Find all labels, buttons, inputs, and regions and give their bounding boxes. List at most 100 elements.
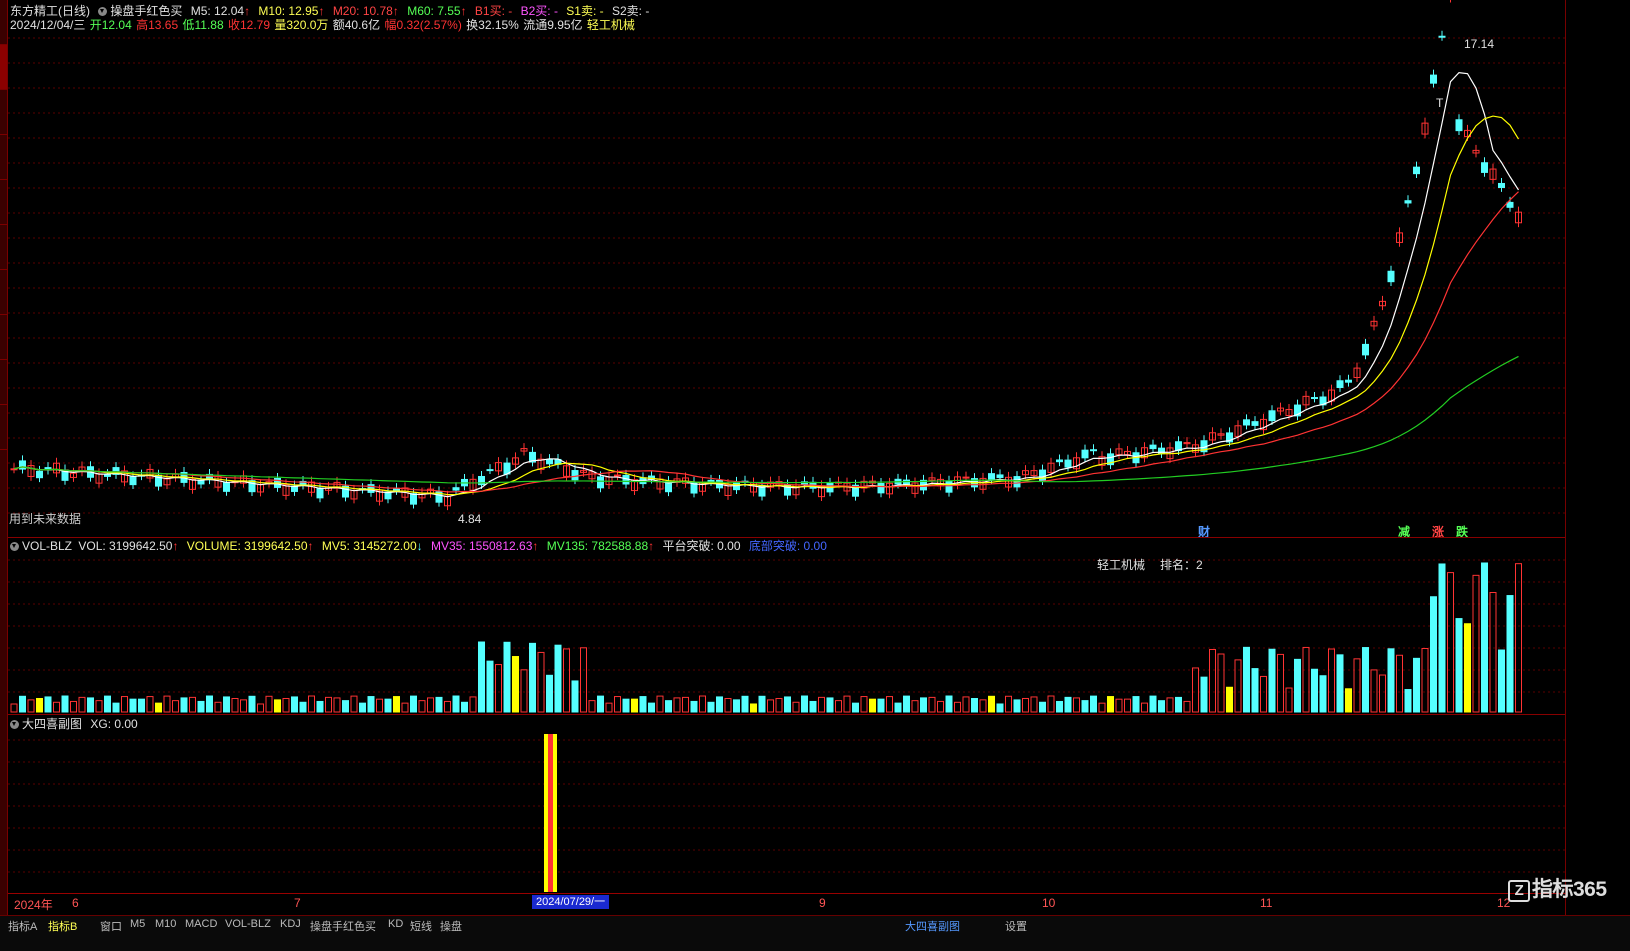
volume-bar xyxy=(350,695,358,713)
dropdown-icon[interactable] xyxy=(98,7,108,16)
bottom-breakout: 底部突破: 0.00 xyxy=(748,539,827,553)
volume-bar xyxy=(172,700,179,713)
volume-bar xyxy=(1311,668,1318,713)
tab-item[interactable]: 操盘 xyxy=(440,918,462,934)
candle-body xyxy=(1498,182,1505,189)
axis-month-label: 6 xyxy=(72,896,79,910)
candle-body xyxy=(36,470,43,479)
volume-bar xyxy=(189,696,196,713)
volume-bar xyxy=(733,699,740,713)
tab-item[interactable]: MACD xyxy=(185,918,217,930)
volume-bar xyxy=(928,696,936,713)
candle-body xyxy=(1481,162,1488,173)
volume-bar xyxy=(112,702,120,713)
tab-item[interactable]: 操盘手红色买 xyxy=(310,918,376,934)
candle-body xyxy=(1251,421,1259,426)
tab-item[interactable]: M5 xyxy=(130,918,145,930)
candle-body xyxy=(129,476,137,486)
volume-bar xyxy=(894,702,902,713)
candle-body xyxy=(1013,476,1021,488)
candle-body xyxy=(597,476,604,489)
volume-bar xyxy=(614,696,621,713)
ma20-line xyxy=(13,191,1519,493)
tab-item[interactable]: M10 xyxy=(155,918,176,930)
arrow-up-icon: ↑ xyxy=(172,539,179,553)
tab-item[interactable]: 指标B xyxy=(48,918,77,934)
candle-body xyxy=(1438,35,1446,38)
volume-bar xyxy=(1098,702,1106,713)
volume-bar xyxy=(1481,562,1488,713)
ma20-label: M20: 10.78 xyxy=(332,4,393,18)
stock-name[interactable]: 东方精工(日线) xyxy=(10,4,90,18)
volume-bar xyxy=(656,695,664,713)
volume-bar xyxy=(826,697,834,713)
volume-bar xyxy=(537,651,545,713)
tab-item[interactable]: 指标A xyxy=(8,918,37,934)
amount-label: 额40.6亿 xyxy=(332,18,381,32)
volume-bar xyxy=(44,696,52,713)
volume-bar xyxy=(979,699,987,713)
volume-bar xyxy=(180,697,188,713)
volume-bar xyxy=(1243,646,1250,713)
tab-item[interactable]: 窗口 xyxy=(100,918,122,934)
indicator-selector[interactable]: 操盘手红色买 xyxy=(98,4,182,18)
volume-bar xyxy=(367,696,375,713)
ma5-label: M5: 12.04 xyxy=(190,4,245,18)
volume-indicator-selector[interactable]: VOL-BLZ xyxy=(10,539,72,553)
candle-body xyxy=(877,483,885,494)
pane-divider xyxy=(8,714,1565,715)
dropdown-icon[interactable] xyxy=(10,542,19,551)
volume-bar xyxy=(1047,695,1055,713)
volume-bar xyxy=(410,695,417,713)
volume-bar xyxy=(631,698,638,713)
tab-item[interactable]: 设置 xyxy=(1005,918,1027,934)
volume-bar xyxy=(1166,697,1174,713)
tab-item[interactable]: KD xyxy=(388,918,403,930)
volume-bar xyxy=(1090,695,1097,713)
volume-bar xyxy=(1124,698,1131,713)
candle-body xyxy=(988,473,995,481)
volume-bar xyxy=(937,700,944,713)
volume-bar xyxy=(1251,668,1259,713)
volume-bar xyxy=(1158,700,1165,713)
volume-bar xyxy=(775,697,783,713)
chart-canvas[interactable] xyxy=(0,0,1630,915)
b2-label: B2买: - xyxy=(520,4,558,18)
logo-mark: Z xyxy=(1508,880,1530,902)
volume-bar xyxy=(1064,696,1072,713)
volume-bar xyxy=(835,700,842,713)
platform-breakout: 平台突破: 0.00 xyxy=(662,539,741,553)
candle-body xyxy=(1149,444,1157,450)
volume-bar xyxy=(1294,658,1301,713)
tab-item[interactable]: KDJ xyxy=(280,918,301,930)
volume-bar xyxy=(104,695,111,713)
time-axis[interactable]: 2024年 6 7 9 10 11 12 2024/07/29/一 xyxy=(8,893,1565,916)
volume-bar xyxy=(750,703,757,713)
dropdown-icon[interactable] xyxy=(10,720,19,729)
volume-bar xyxy=(27,699,35,713)
volume-bar xyxy=(784,696,791,713)
volume-bar xyxy=(53,701,60,713)
volume-bar xyxy=(469,696,477,713)
mv35-value: MV35: 1550812.63 xyxy=(430,539,533,553)
indicator-tab-bar[interactable]: 指标A 指标B 窗口 M5 M10 MACD VOL-BLZ KDJ 操盘手红色… xyxy=(0,915,1630,951)
volume-bar xyxy=(852,702,859,713)
ma60-label: M60: 7.55 xyxy=(407,4,461,18)
volume-bar xyxy=(274,699,281,713)
volume-bar xyxy=(792,701,800,713)
price-header-row-2: 2024/12/04/三 开12.04 高13.65 低11.88 收12.79… xyxy=(10,18,640,32)
tab-item[interactable]: 大四喜副图 xyxy=(905,918,960,934)
tab-item[interactable]: 短线 xyxy=(410,918,432,934)
volume-bar xyxy=(1438,563,1446,713)
volume-bar xyxy=(452,695,460,713)
volume-bar xyxy=(945,695,953,713)
candle-body xyxy=(1387,270,1395,283)
subchart-indicator-selector[interactable]: 大四喜副图 xyxy=(10,717,82,731)
volume-bar xyxy=(996,703,1004,713)
volume-bar xyxy=(316,700,324,713)
volume-bar xyxy=(1396,654,1403,713)
tab-item[interactable]: VOL-BLZ xyxy=(225,918,271,930)
industry-label[interactable]: 轻工机械 xyxy=(587,18,635,32)
volume-bar xyxy=(707,701,715,713)
volume-bar xyxy=(903,695,910,713)
